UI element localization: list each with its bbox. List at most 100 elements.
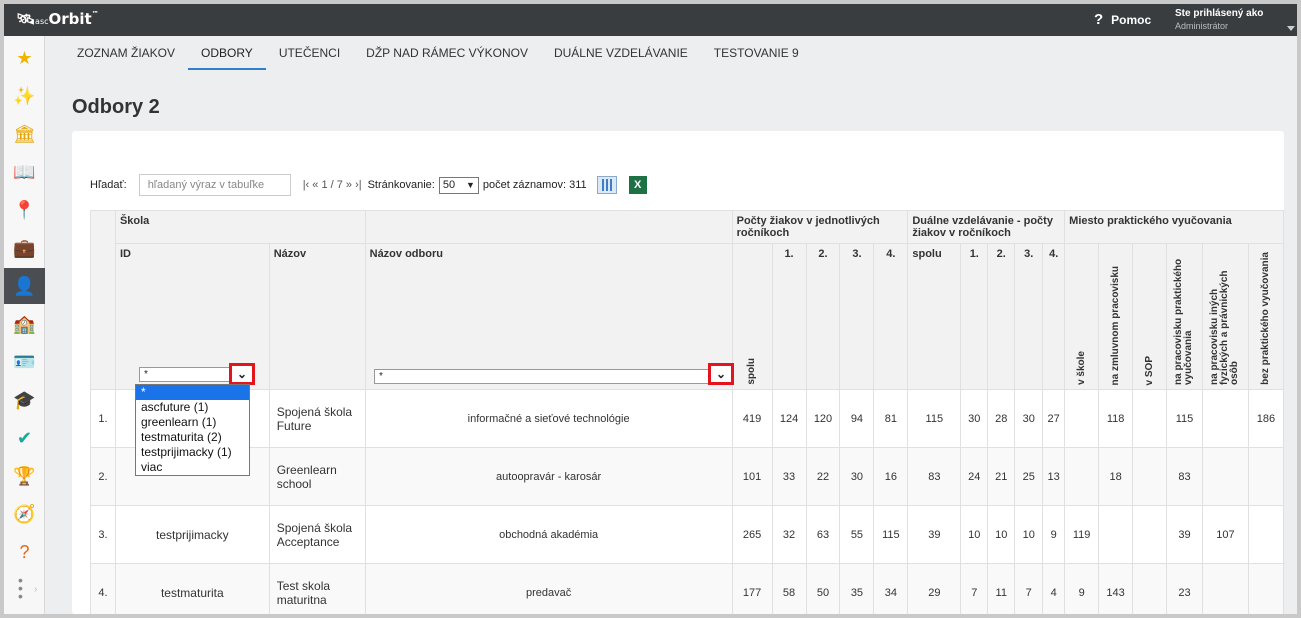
dualne-3-header[interactable]: 3. <box>1014 243 1044 390</box>
sidebar-item-trophy[interactable]: 🏆 <box>4 458 45 494</box>
miesto-group-header: Miesto praktického vyučovania <box>1064 210 1284 244</box>
cell-d3: 7 <box>1014 563 1044 614</box>
chevron-down-icon: ⌄ <box>715 367 727 381</box>
cell-r4: 115 <box>873 505 909 564</box>
columns-icon[interactable] <box>596 176 617 194</box>
cell-d1: 10 <box>960 505 989 564</box>
chevron-down-icon[interactable] <box>1287 26 1295 31</box>
student-icon: 👤 <box>13 275 36 296</box>
cell-idx: 3. <box>90 505 116 564</box>
sidebar-item-check-circle[interactable]: ✔ <box>4 420 45 456</box>
cell-mp: 39 <box>1166 505 1203 564</box>
sidebar-item-graduation-cap[interactable]: 🎓 <box>4 382 45 418</box>
id-filter-input[interactable]: * <box>139 367 231 382</box>
cell-odbor: informačné a sieťové technológie <box>364 389 733 448</box>
dualne-2-header[interactable]: 2. <box>987 243 1016 390</box>
cell-spolu: 265 <box>731 505 773 564</box>
cell-ds: 39 <box>907 505 962 564</box>
rocnik-1-header[interactable]: 1. <box>771 243 807 390</box>
tab-zoznam-ziakov[interactable]: ZOZNAM ŽIAKOV <box>64 40 188 70</box>
dualne-4-header[interactable]: 4. <box>1042 243 1066 390</box>
dropdown-option[interactable]: ascfuture (1) <box>136 400 249 415</box>
spolu-header[interactable]: spolu <box>731 243 773 390</box>
dualne-spolu-header[interactable]: spolu <box>907 243 962 390</box>
cell-nazov: Spojená škola Acceptance <box>268 505 366 564</box>
excel-export-icon[interactable]: X <box>628 176 647 194</box>
sidebar-item-help-book[interactable]: ? <box>4 534 45 570</box>
dualne-1-header[interactable]: 1. <box>960 243 989 390</box>
nazov-header[interactable]: Názov <box>268 243 366 390</box>
table-row[interactable]: 1. Spojená škola Future informačné a sieťo… <box>90 389 1285 448</box>
briefcase-icon: 💼 <box>13 237 36 258</box>
chevron-right-icon[interactable]: › <box>34 584 37 595</box>
satellite-icon: 🛰 <box>16 10 36 28</box>
dropdown-option[interactable]: viac <box>136 460 249 475</box>
sidebar-item-student[interactable]: 👤 <box>4 268 45 304</box>
odbor-filter-dropdown-button[interactable]: ⌄ <box>708 363 734 385</box>
tab-utecenci[interactable]: UTEČENCI <box>266 40 353 70</box>
pracovisko-pv-header[interactable]: na pracovisku praktického vyučovania <box>1166 243 1203 390</box>
cell-mb <box>1247 563 1285 614</box>
cell-mp: 83 <box>1166 447 1203 506</box>
page-size-select[interactable]: 50 ▼ <box>438 176 479 194</box>
sidebar-item-location-pin[interactable]: 📍 <box>4 192 45 228</box>
user-menu[interactable]: Ste prihlásený ako Administrátor <box>1175 7 1263 33</box>
dropdown-option[interactable]: testmaturita (2) <box>136 430 249 445</box>
dropdown-option[interactable]: testprijimacky (1) <box>136 445 249 460</box>
search-input[interactable]: hľadaný výraz v tabuľke <box>138 174 291 196</box>
help-button[interactable]: ? Pomoc <box>1094 11 1151 28</box>
tab-dualne[interactable]: DUÁLNE VZDELÁVANIE <box>541 40 701 70</box>
tab-dzp[interactable]: DŽP NAD RÁMEC VÝKONOV <box>353 40 541 70</box>
table-row[interactable]: 3. testprijimacky Spojená škola Acceptance… <box>90 505 1285 564</box>
ine-osoby-header[interactable]: na pracovisku iných fyzických a právnick… <box>1201 243 1249 390</box>
pager[interactable]: |‹ « 1 / 7 » ›| <box>303 179 362 191</box>
cell-nazov: Greenlearn school <box>268 447 366 506</box>
cell-d3: 25 <box>1014 447 1044 506</box>
zmluvne-pracovisko-header[interactable]: na zmluvnom pracovisku <box>1098 243 1134 390</box>
sidebar-item-magic-wand[interactable]: ✨ <box>4 78 45 114</box>
dropdown-option[interactable]: greenlearn (1) <box>136 415 249 430</box>
cell-mi <box>1201 447 1249 506</box>
sidebar-item-id-badge[interactable]: 🪪 <box>4 344 45 380</box>
user-role: Administrátor <box>1175 21 1229 31</box>
trophy-icon: 🏆 <box>13 465 36 486</box>
sidebar-item-bank[interactable]: 🏛 <box>4 116 45 152</box>
cell-odbor: autoopravár - karosár <box>364 447 733 506</box>
cell-d2: 21 <box>987 447 1016 506</box>
cell-r3: 35 <box>839 563 875 614</box>
cell-id: testmaturita <box>114 563 270 614</box>
rocnik-4-header[interactable]: 4. <box>873 243 909 390</box>
odbor-filter-input[interactable]: * <box>374 369 710 384</box>
table-row[interactable]: 4. testmaturita Test skola maturitna predav… <box>90 563 1285 614</box>
logo[interactable]: 🛰ascOrbit™ <box>16 10 99 28</box>
dropdown-option[interactable]: * <box>136 385 249 400</box>
cell-mb <box>1247 505 1285 564</box>
tab-odbory[interactable]: ODBORY <box>188 40 266 70</box>
tab-testovanie[interactable]: TESTOVANIE 9 <box>701 40 812 70</box>
rocnik-3-header[interactable]: 3. <box>839 243 875 390</box>
cell-d1: 24 <box>960 447 989 506</box>
odbory-table: Škola Počty žiakov v jednotlivých ročník… <box>90 210 1285 614</box>
sidebar-item-school-add[interactable]: 🏫 <box>4 306 45 342</box>
sidebar-item-compass[interactable]: 🧭 <box>4 496 45 532</box>
rocnik-2-header[interactable]: 2. <box>805 243 841 390</box>
star-icon: ★ <box>16 47 33 68</box>
cell-d3: 30 <box>1014 389 1044 448</box>
odbor-header[interactable]: Názov odboru <box>364 243 733 390</box>
cell-r2: 50 <box>805 563 841 614</box>
sidebar-item-book[interactable]: 📖 <box>4 154 45 190</box>
table-row[interactable]: 2. Greenlearn school autoopravár - karosár… <box>90 447 1285 506</box>
id-filter-dropdown-button[interactable]: ⌄ <box>229 363 255 385</box>
sidebar-item-briefcase[interactable]: 💼 <box>4 230 45 266</box>
app-window: 🛰ascOrbit™ ? Pomoc Ste prihlásený ako Adm… <box>4 4 1297 614</box>
paging-label: Stránkovanie: <box>367 179 435 191</box>
sidebar-item-star[interactable]: ★ <box>4 40 45 76</box>
cell-odbor: obchodná akadémia <box>364 505 733 564</box>
bez-pv-header[interactable]: bez praktického vyučovania <box>1247 243 1285 390</box>
v-sop-header[interactable]: v SOP <box>1132 243 1167 390</box>
cell-r3: 30 <box>839 447 875 506</box>
table-toolbar: Hľadať: hľadaný výraz v tabuľke |‹ « 1 /… <box>90 173 647 197</box>
cell-sop <box>1132 447 1167 506</box>
v-skole-header[interactable]: v škole <box>1064 243 1100 390</box>
more-vertical-icon[interactable]: • • • <box>18 573 23 603</box>
